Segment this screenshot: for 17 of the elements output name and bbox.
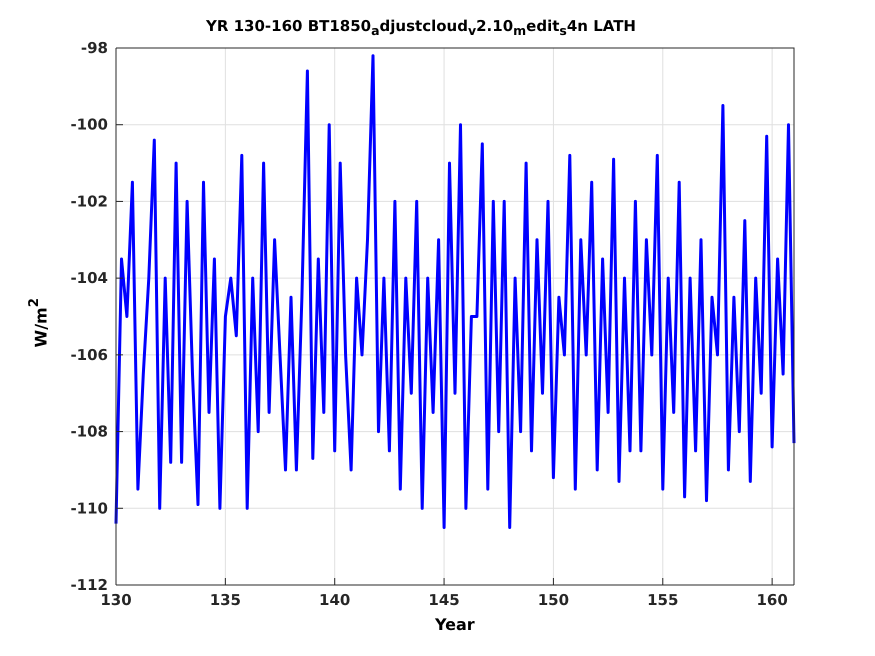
axis-tick-label: -110 [70, 499, 108, 518]
axis-tick-label: 160 [756, 591, 788, 609]
axis-tick-label: 135 [210, 591, 241, 609]
axis-tick-label: -108 [70, 422, 108, 441]
axis-tick-label: -104 [70, 269, 108, 288]
axis-tick-label: -100 [70, 116, 108, 134]
x-axis-label: Year [435, 615, 475, 634]
axis-tick-label: 150 [538, 591, 570, 609]
axis-tick-label: 130 [100, 591, 132, 609]
axis-tick-label: 140 [319, 591, 350, 609]
axis-tick-label: -112 [70, 576, 108, 594]
axis-tick-label: 155 [647, 591, 678, 609]
axis-tick-label: -102 [70, 192, 108, 210]
axis-tick-label: -106 [70, 346, 108, 364]
axis-tick-label: -98 [80, 39, 108, 57]
chart-title: YR 130-160 BT1850$_{a}$djustcloud$_{v}$2.10$_{m}$edit$_{s}$4n LATH [206, 17, 636, 38]
axis-tick-label: 145 [428, 591, 460, 609]
